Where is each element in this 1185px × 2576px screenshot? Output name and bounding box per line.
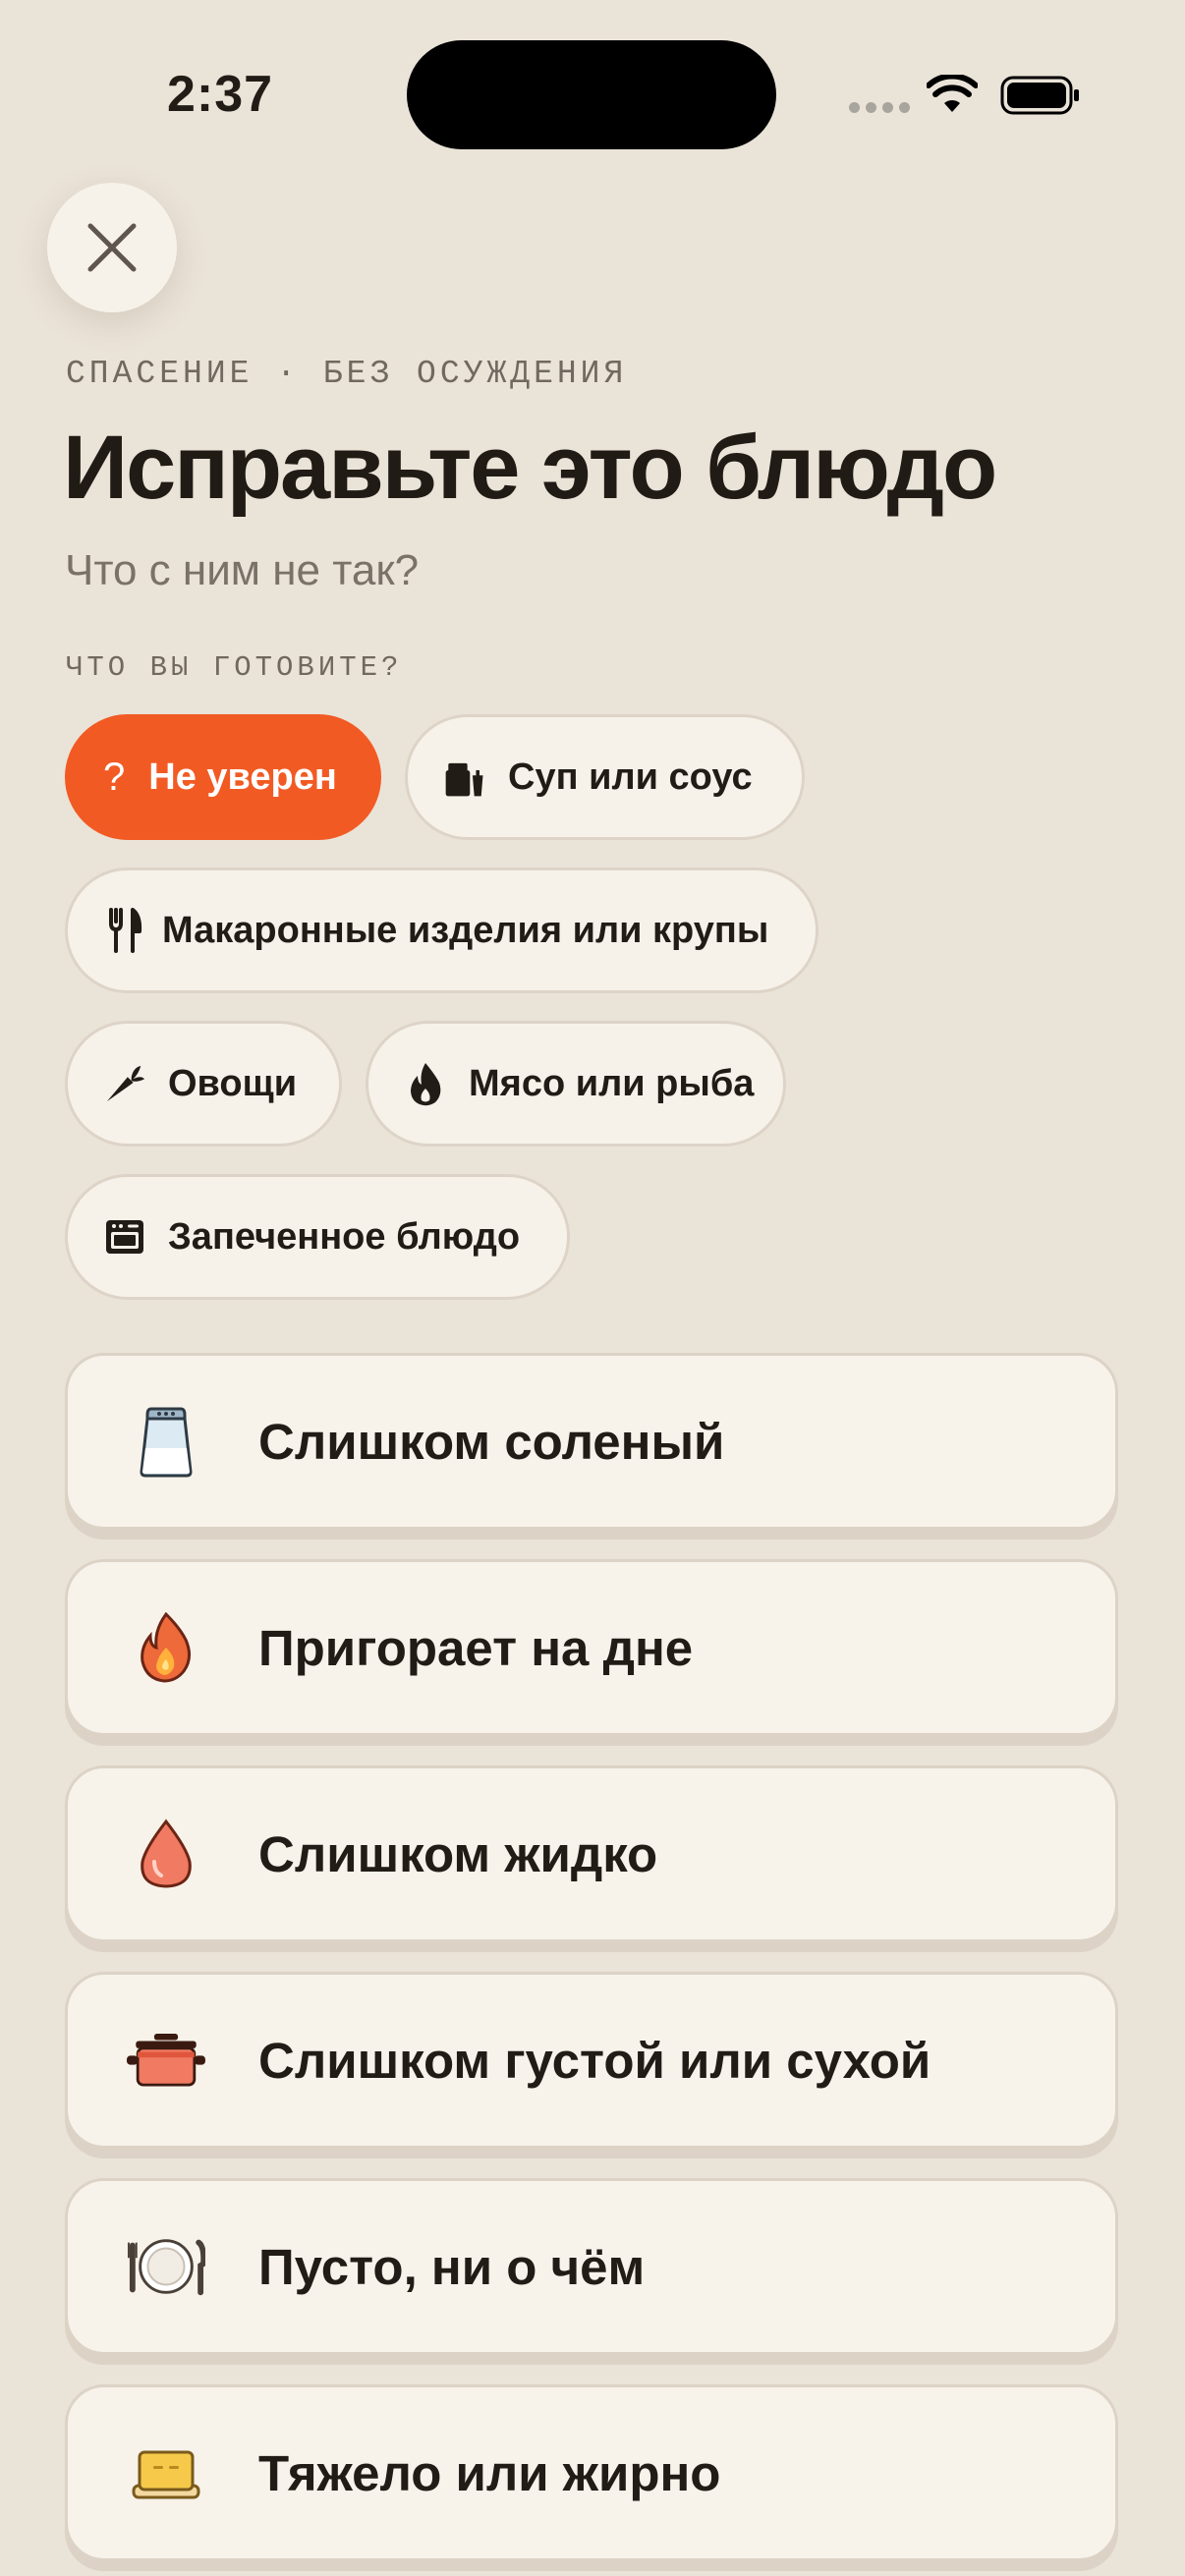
chip-pasta-grains[interactable]: Макаронные изделия или крупы	[65, 868, 818, 993]
eyebrow-label: СПАСЕНИЕ · БЕЗ ОСУЖДЕНИЯ	[66, 356, 628, 392]
problem-too-thick-dry[interactable]: Слишком густой или сухой	[65, 1972, 1118, 2149]
chip-soup-sauce[interactable]: Суп или соус	[405, 714, 805, 840]
problem-label: Слишком жидко	[258, 1825, 658, 1882]
pot-icon	[443, 756, 486, 799]
dynamic-island	[407, 40, 776, 149]
cellular-signal-icon	[849, 102, 910, 113]
status-time: 2:37	[167, 66, 274, 123]
plate-cutlery-icon	[127, 2227, 205, 2306]
chip-label: Овощи	[168, 1062, 298, 1104]
problem-label: Слишком соленый	[258, 1413, 725, 1470]
flame-icon	[404, 1062, 447, 1106]
chip-label: Запеченное блюдо	[168, 1215, 521, 1258]
chip-vegetables[interactable]: Овощи	[65, 1021, 342, 1147]
salt-shaker-icon	[127, 1402, 205, 1481]
chip-label: Суп или соус	[508, 756, 753, 798]
problem-burnt-bottom[interactable]: Пригорает на дне	[65, 1559, 1118, 1736]
problem-label: Пригорает на дне	[258, 1619, 694, 1676]
chip-not-sure[interactable]: ? Не уверен	[65, 714, 381, 840]
wifi-icon	[927, 75, 978, 112]
question-icon: ?	[103, 755, 126, 799]
problem-label: Тяжело или жирно	[258, 2444, 721, 2501]
chip-label: Мясо или рыба	[469, 1062, 755, 1104]
chip-baked-dish[interactable]: Запеченное блюдо	[65, 1174, 570, 1300]
carrot-icon	[103, 1062, 146, 1105]
cooking-pot-icon	[127, 2021, 205, 2100]
butter-icon	[127, 2434, 205, 2512]
page-title: Исправьте это блюдо	[63, 418, 997, 518]
oven-icon	[103, 1215, 146, 1259]
problem-too-salty[interactable]: Слишком соленый	[65, 1353, 1118, 1530]
chip-label: Макаронные изделия или крупы	[162, 909, 769, 951]
fork-knife-icon	[103, 908, 146, 953]
close-button[interactable]	[47, 183, 177, 312]
chip-label: Не уверен	[148, 756, 337, 798]
droplet-icon	[127, 1815, 205, 1893]
problem-bland[interactable]: Пусто, ни о чём	[65, 2178, 1118, 2355]
chip-meat-fish[interactable]: Мясо или рыба	[366, 1021, 786, 1147]
problem-label: Слишком густой или сухой	[258, 2032, 931, 2089]
problem-heavy-greasy[interactable]: Тяжело или жирно	[65, 2384, 1118, 2561]
battery-icon	[1000, 76, 1079, 115]
problem-label: Пусто, ни о чём	[258, 2238, 646, 2295]
category-section-label: ЧТО ВЫ ГОТОВИТЕ?	[66, 651, 403, 684]
fire-icon	[127, 1608, 205, 1687]
close-icon	[87, 223, 137, 272]
problem-too-watery[interactable]: Слишком жидко	[65, 1765, 1118, 1942]
page-subtitle: Что с ним не так?	[65, 546, 420, 594]
